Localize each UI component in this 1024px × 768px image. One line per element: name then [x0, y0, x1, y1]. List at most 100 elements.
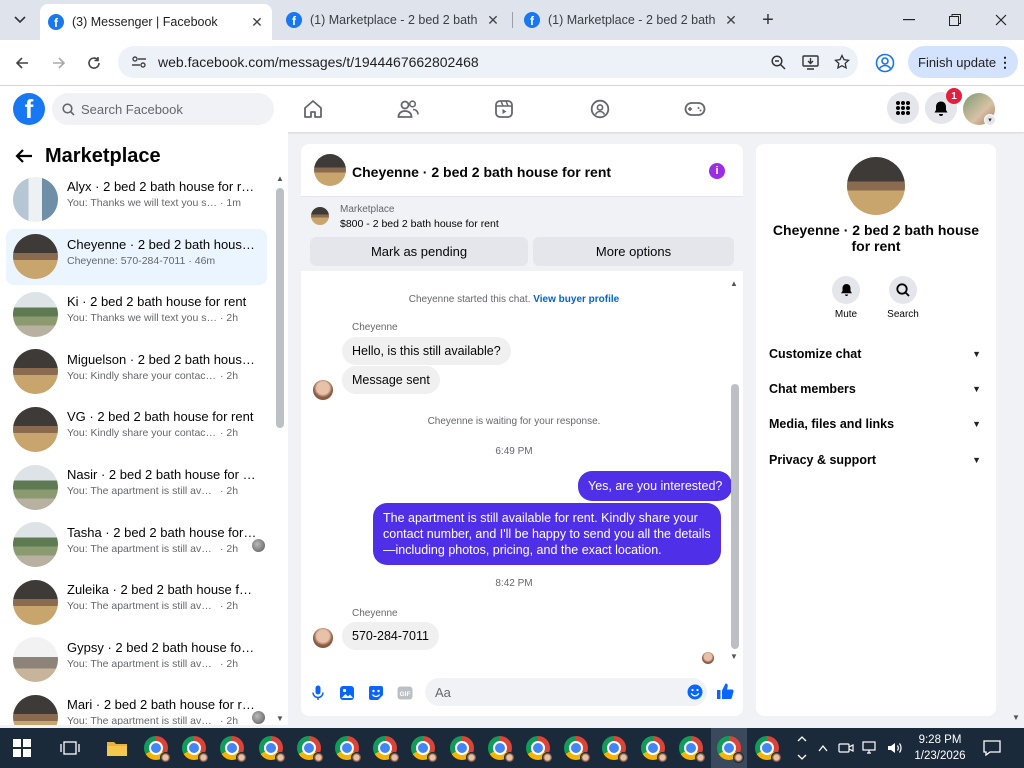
facebook-search[interactable] — [52, 93, 274, 125]
back-arrow-icon[interactable] — [12, 144, 36, 168]
conversation-item[interactable]: Zuleika · 2 bed 2 bath house for rent You… — [6, 574, 267, 630]
like-button[interactable] — [716, 682, 734, 700]
scroll-down-icon[interactable]: ▼ — [276, 714, 284, 723]
tab-search-button[interactable] — [6, 6, 34, 34]
outgoing-message[interactable]: The apartment is still available for ren… — [373, 503, 721, 565]
nav-friends[interactable] — [395, 96, 421, 122]
chat-members-section[interactable]: Chat members ▼ — [769, 379, 983, 399]
system-clock[interactable]: 9:28 PM 1/23/2026 — [914, 732, 966, 764]
conversation-item[interactable]: Tasha · 2 bed 2 bath house for rent You: … — [6, 517, 267, 573]
taskbar-chrome-window[interactable] — [253, 728, 289, 768]
file-explorer-button[interactable] — [99, 728, 135, 768]
conversation-item[interactable]: Gypsy · 2 bed 2 bath house for rent You: … — [6, 632, 267, 688]
message-input[interactable] — [435, 684, 675, 700]
account-caret-icon[interactable]: ▾ — [984, 114, 996, 126]
install-app-button[interactable] — [794, 48, 826, 76]
nav-gaming[interactable] — [682, 96, 708, 122]
taskbar-chrome-window[interactable] — [329, 728, 365, 768]
task-view-button[interactable] — [52, 728, 88, 768]
taskbar-chrome-window[interactable] — [482, 728, 518, 768]
sticker-button[interactable] — [367, 684, 385, 702]
conversation-item[interactable]: Mari · 2 bed 2 bath house for rent You: T… — [6, 689, 267, 725]
gif-button[interactable]: GIF — [396, 684, 414, 702]
view-buyer-profile-link[interactable]: View buyer profile — [533, 294, 619, 305]
network-button[interactable] — [858, 728, 882, 768]
emoji-button[interactable] — [687, 684, 703, 703]
media-files-links-section[interactable]: Media, files and links ▼ — [769, 414, 983, 434]
taskbar-chrome-window[interactable] — [405, 728, 441, 768]
search-action[interactable]: Search — [873, 276, 933, 320]
taskbar-overflow[interactable] — [792, 728, 812, 768]
customize-chat-section[interactable]: Customize chat ▼ — [769, 344, 983, 364]
zoom-button[interactable] — [762, 48, 794, 76]
close-tab-icon[interactable]: ✕ — [724, 12, 738, 29]
close-tab-icon[interactable]: ✕ — [486, 12, 500, 29]
start-button[interactable] — [4, 728, 40, 768]
show-hidden-icons-button[interactable] — [812, 728, 834, 768]
site-info-icon[interactable] — [130, 53, 148, 71]
incoming-message[interactable]: Hello, is this still available? — [342, 337, 511, 365]
sender-avatar[interactable] — [313, 380, 333, 400]
taskbar-chrome-window[interactable] — [673, 728, 709, 768]
conversation-item[interactable]: Ki · 2 bed 2 bath house for rent You: Tha… — [6, 286, 267, 342]
chat-listing-avatar[interactable] — [314, 154, 346, 186]
listing-thumbnail[interactable] — [311, 207, 329, 225]
profile-button[interactable] — [872, 50, 898, 76]
privacy-support-section[interactable]: Privacy & support ▼ — [769, 450, 983, 470]
incoming-message[interactable]: Message sent — [342, 366, 440, 394]
back-button[interactable] — [8, 49, 36, 77]
close-tab-icon[interactable]: ✕ — [250, 14, 264, 31]
nav-home[interactable] — [300, 96, 326, 122]
address-bar[interactable]: web.facebook.com/messages/t/194446766280… — [118, 46, 858, 78]
facebook-logo-icon[interactable]: f — [13, 93, 45, 125]
taskbar-chrome-window[interactable] — [138, 728, 174, 768]
facebook-search-input[interactable] — [81, 101, 251, 117]
taskbar-chrome-window[interactable] — [749, 728, 785, 768]
new-tab-button[interactable]: + — [756, 8, 780, 32]
taskbar-chrome-window[interactable] — [291, 728, 327, 768]
menu-button[interactable] — [887, 92, 919, 124]
taskbar-chrome-window[interactable] — [176, 728, 212, 768]
minimize-button[interactable] — [886, 6, 932, 34]
mute-button[interactable] — [832, 276, 860, 304]
conversation-item[interactable]: Alyx · 2 bed 2 bath house for rent You: T… — [6, 171, 267, 227]
conversation-item[interactable]: Nasir · 2 bed 2 bath house for rent You: … — [6, 459, 267, 515]
action-center-button[interactable] — [974, 728, 1010, 768]
taskbar-chrome-window[interactable] — [635, 728, 671, 768]
meet-now-button[interactable] — [834, 728, 858, 768]
taskbar-chrome-window[interactable] — [520, 728, 556, 768]
browser-tab-marketplace-2[interactable]: f (1) Marketplace - 2 bed 2 bath h ✕ — [516, 4, 746, 36]
taskbar-chrome-window[interactable] — [214, 728, 250, 768]
taskbar-chrome-window[interactable] — [367, 728, 403, 768]
sender-avatar[interactable] — [313, 628, 333, 648]
bookmark-button[interactable] — [826, 48, 858, 76]
message-input-box[interactable] — [425, 678, 707, 706]
voice-clip-button[interactable] — [309, 684, 327, 702]
nav-video[interactable] — [491, 96, 517, 122]
browser-tab-messenger[interactable]: f (3) Messenger | Facebook ✕ — [40, 4, 272, 40]
volume-button[interactable] — [882, 728, 908, 768]
taskbar-chrome-window[interactable] — [444, 728, 480, 768]
mute-action[interactable]: Mute — [816, 276, 876, 320]
search-in-conversation-button[interactable] — [889, 276, 917, 304]
conversation-item[interactable]: Miguelson · 2 bed 2 bath house for rent Y… — [6, 344, 267, 400]
restore-button[interactable] — [932, 6, 978, 34]
outgoing-message[interactable]: Yes, are you interested? — [578, 471, 733, 501]
list-scrollbar[interactable] — [276, 188, 284, 428]
conversation-item[interactable]: Cheyenne · 2 bed 2 bath house for rent Ch… — [6, 228, 267, 285]
taskbar-chrome-window[interactable] — [711, 728, 747, 768]
listing-price-title[interactable]: $800 - 2 bed 2 bath house for rent — [340, 218, 499, 230]
more-options-button[interactable]: More options — [533, 237, 734, 266]
browser-tab-marketplace-1[interactable]: f (1) Marketplace - 2 bed 2 bath h ✕ — [278, 4, 508, 36]
close-window-button[interactable] — [978, 6, 1024, 34]
page-scroll-down-icon[interactable]: ▼ — [1012, 713, 1020, 722]
scroll-up-icon[interactable]: ▲ — [276, 174, 284, 183]
nav-groups[interactable] — [587, 96, 613, 122]
conversation-item[interactable]: VG · 2 bed 2 bath house for rent You: Kin… — [6, 401, 267, 457]
forward-button[interactable] — [45, 49, 73, 77]
scroll-down-icon[interactable]: ▼ — [730, 652, 738, 661]
taskbar-chrome-window[interactable] — [558, 728, 594, 768]
finish-update-button[interactable]: Finish update ⋮ — [908, 46, 1018, 78]
attach-photo-button[interactable] — [338, 684, 356, 702]
mark-as-pending-button[interactable]: Mark as pending — [310, 237, 528, 266]
